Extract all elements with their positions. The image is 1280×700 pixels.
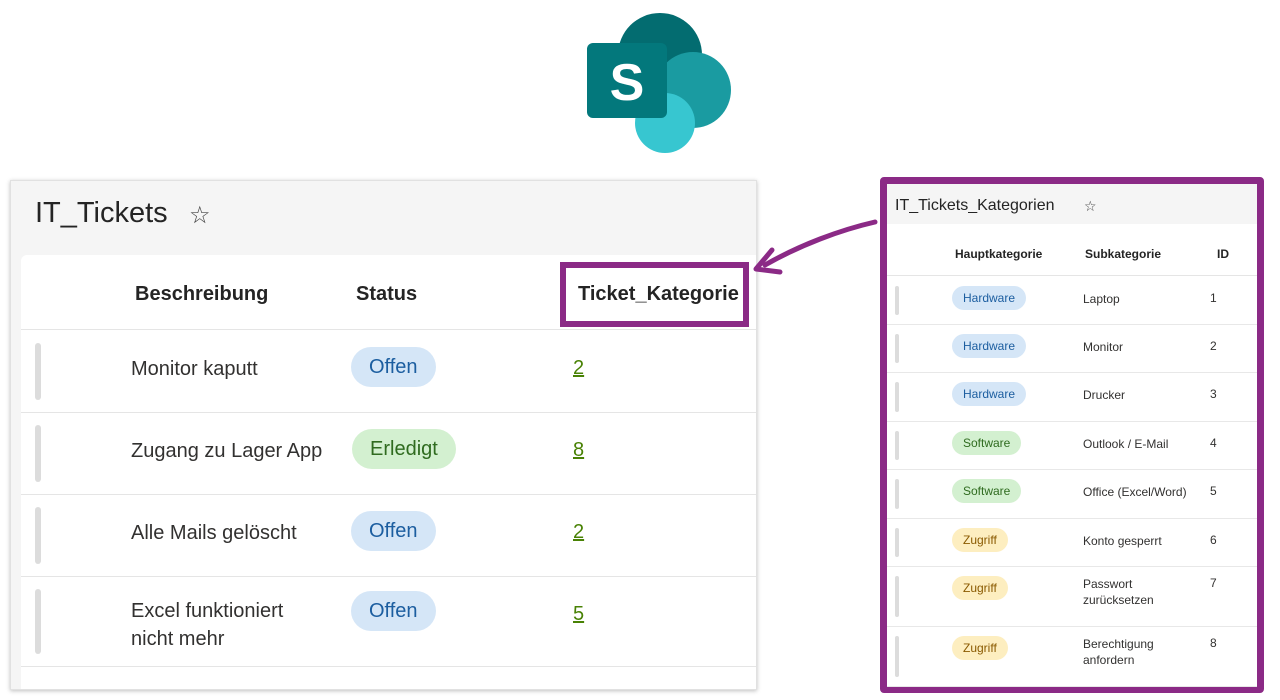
arrow-icon: [753, 219, 878, 275]
id-cell: 5: [1210, 484, 1217, 498]
table-header: Hauptkategorie Subkategorie ID: [887, 224, 1257, 276]
subkategorie-cell: Drucker: [1083, 388, 1126, 402]
table-row[interactable]: Excel funktioniert nicht mehr Offen 5: [21, 577, 756, 667]
table-row[interactable]: Monitor kaputt Offen 2: [21, 331, 756, 413]
ticket-kategorie-link[interactable]: 2: [573, 521, 584, 544]
description-cell: Zugang zu Lager App: [131, 440, 323, 462]
description-cell: Alle Mails gelöscht: [131, 522, 297, 544]
table-row[interactable]: Zugriff Passwort zurücksetzen 7: [887, 567, 1257, 627]
subkategorie-cell: Passwort zurücksetzen: [1083, 577, 1154, 607]
category-badge: Hardware: [952, 334, 1027, 358]
subkategorie-cell: Laptop: [1083, 292, 1120, 306]
category-badge: Software: [952, 431, 1022, 455]
ticket-kategorie-link[interactable]: 5: [573, 603, 584, 626]
favorite-star-icon[interactable]: ☆: [189, 201, 211, 230]
row-selector[interactable]: [895, 286, 899, 315]
table-row[interactable]: Zugriff Berechtigung anfordern 8: [887, 627, 1257, 687]
subkategorie-cell: Monitor: [1083, 340, 1124, 354]
description-cell: Monitor kaputt: [131, 358, 258, 380]
table-row[interactable]: Software Outlook / E-Mail 4: [887, 422, 1257, 470]
category-badge: Hardware: [952, 286, 1027, 310]
table-row[interactable]: Hardware Drucker 3: [887, 373, 1257, 422]
status-badge: Offen: [351, 347, 436, 387]
it-tickets-list: IT_Tickets ☆ Beschreibung Status Ticket_…: [10, 180, 757, 690]
row-selector[interactable]: [35, 507, 41, 564]
subkategorie-cell: Office (Excel/Word): [1083, 485, 1187, 499]
column-header-subkategorie[interactable]: Subkategorie: [1085, 247, 1161, 261]
category-badge: Hardware: [952, 382, 1027, 406]
ticket-kategorie-link[interactable]: 8: [573, 439, 584, 462]
row-selector[interactable]: [35, 589, 41, 654]
table-row[interactable]: Software Office (Excel/Word) 5: [887, 470, 1257, 519]
status-badge: Erledigt: [352, 429, 456, 469]
category-badge: Zugriff: [952, 528, 1008, 552]
highlight-box: [560, 262, 749, 327]
table-row[interactable]: Hardware Laptop 1: [887, 277, 1257, 325]
row-selector[interactable]: [35, 343, 41, 400]
category-badge: Software: [952, 479, 1022, 503]
column-header-hauptkategorie[interactable]: Hauptkategorie: [955, 247, 1042, 261]
id-cell: 8: [1210, 636, 1217, 650]
row-selector[interactable]: [895, 576, 899, 617]
id-cell: 1: [1210, 291, 1217, 305]
svg-text:S: S: [610, 54, 645, 112]
subkategorie-cell: Berechtigung anfordern: [1083, 637, 1154, 667]
row-selector[interactable]: [895, 479, 899, 509]
row-selector[interactable]: [895, 528, 899, 557]
table-row[interactable]: Zugang zu Lager App Erledigt 8: [21, 413, 756, 495]
it-tickets-kategorien-list: IT_Tickets_Kategorien ☆ Hauptkategorie S…: [880, 177, 1264, 693]
column-header-status[interactable]: Status: [356, 283, 417, 306]
table-row[interactable]: Zugriff Konto gesperrt 6: [887, 519, 1257, 567]
sharepoint-logo: S: [587, 13, 731, 153]
category-badge: Zugriff: [952, 576, 1008, 600]
favorite-star-icon[interactable]: ☆: [1084, 198, 1097, 215]
id-cell: 2: [1210, 339, 1217, 353]
column-header-id[interactable]: ID: [1217, 247, 1229, 261]
table-row[interactable]: Alle Mails gelöscht Offen 2: [21, 495, 756, 577]
row-selector[interactable]: [35, 425, 41, 482]
list-title: IT_Tickets: [35, 197, 168, 229]
status-badge: Offen: [351, 511, 436, 551]
list-title: IT_Tickets_Kategorien: [895, 197, 1055, 214]
row-selector[interactable]: [895, 334, 899, 363]
id-cell: 7: [1210, 576, 1217, 590]
subkategorie-cell: Outlook / E-Mail: [1083, 437, 1169, 451]
id-cell: 3: [1210, 387, 1217, 401]
description-cell: Excel funktioniert nicht mehr: [131, 600, 284, 650]
category-badge: Zugriff: [952, 636, 1008, 660]
subkategorie-cell: Konto gesperrt: [1083, 534, 1162, 548]
ticket-kategorie-link[interactable]: 2: [573, 357, 584, 380]
status-badge: Offen: [351, 591, 436, 631]
table-row[interactable]: Hardware Monitor 2: [887, 325, 1257, 373]
column-header-beschreibung[interactable]: Beschreibung: [135, 283, 268, 306]
row-selector[interactable]: [895, 382, 899, 412]
row-selector[interactable]: [895, 636, 899, 677]
row-selector[interactable]: [895, 431, 899, 460]
id-cell: 6: [1210, 533, 1217, 547]
id-cell: 4: [1210, 436, 1217, 450]
